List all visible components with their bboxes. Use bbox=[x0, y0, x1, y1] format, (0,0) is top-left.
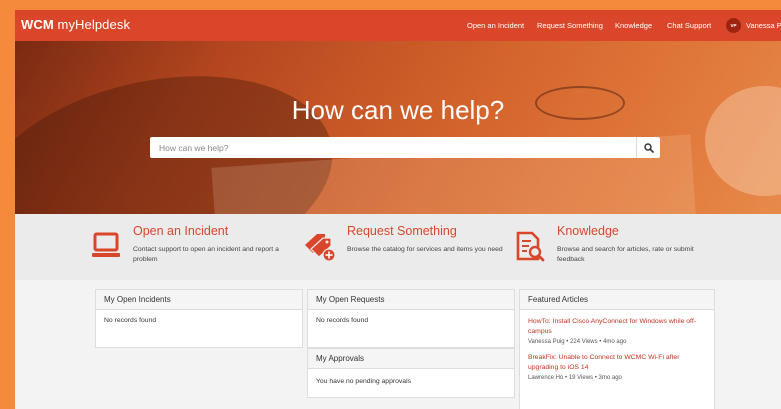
list-item: HowTo: Install Cisco AnyConnect for Wind… bbox=[528, 317, 706, 345]
feature-title: Request Something bbox=[347, 224, 457, 238]
feature-title: Open an Incident bbox=[133, 224, 229, 238]
feature-open-incident[interactable]: Open an Incident Contact support to open… bbox=[91, 214, 301, 280]
feature-description: Contact support to open an incident and … bbox=[133, 246, 279, 263]
search-button[interactable] bbox=[636, 137, 660, 158]
card-title: Featured Articles bbox=[520, 290, 714, 310]
article-views: 224 Views bbox=[570, 339, 598, 345]
brand-bold: WCM bbox=[21, 17, 54, 32]
brand-logo[interactable]: WCM myHelpdesk bbox=[21, 17, 130, 32]
article-meta: Vanessa Puig • 224 Views • 4mo ago bbox=[528, 339, 706, 345]
feature-row: Open an Incident Contact support to open… bbox=[15, 214, 781, 280]
article-link[interactable]: HowTo: Install Cisco AnyConnect for Wind… bbox=[528, 317, 706, 336]
add-tag-icon bbox=[305, 234, 336, 262]
card-my-open-requests: My Open Requests No records found bbox=[307, 289, 515, 348]
article-views: 19 Views bbox=[568, 375, 594, 381]
card-title: My Open Requests bbox=[308, 290, 514, 310]
card-featured-articles: Featured Articles HowTo: Install Cisco A… bbox=[519, 289, 715, 409]
article-meta: Lawrence Ho • 19 Views • 3mo ago bbox=[528, 375, 706, 381]
card-my-open-incidents: My Open Incidents No records found bbox=[95, 289, 303, 348]
card-title: My Approvals bbox=[308, 349, 514, 369]
article-list: HowTo: Install Cisco AnyConnect for Wind… bbox=[520, 310, 714, 396]
nav-link-request-something[interactable]: Request Something bbox=[537, 21, 603, 30]
feature-title: Knowledge bbox=[557, 224, 619, 238]
top-navbar: WCM myHelpdesk Open an Incident Request … bbox=[15, 10, 781, 41]
document-search-icon bbox=[516, 231, 545, 262]
feature-description: Browse the catalog for services and item… bbox=[347, 246, 503, 253]
nav-link-chat-support[interactable]: Chat Support bbox=[667, 21, 711, 30]
laptop-icon bbox=[92, 232, 120, 257]
hero-title: How can we help? bbox=[291, 95, 505, 125]
search-icon bbox=[643, 142, 654, 153]
card-empty-message: No records found bbox=[316, 317, 369, 324]
article-age: 3mo ago bbox=[598, 375, 622, 381]
user-menu-name[interactable]: Vanessa Puig bbox=[746, 21, 781, 30]
search-bar bbox=[150, 137, 660, 158]
hero-banner: How can we help? bbox=[15, 41, 781, 214]
nav-link-open-incident[interactable]: Open an Incident bbox=[467, 21, 524, 30]
search-input[interactable] bbox=[150, 137, 636, 158]
article-age: 4mo ago bbox=[603, 339, 627, 345]
article-author: Lawrence Ho bbox=[528, 375, 564, 381]
feature-request-something[interactable]: Request Something Browse the catalog for… bbox=[303, 214, 513, 280]
avatar[interactable]: VP bbox=[726, 18, 741, 33]
card-empty-message: No records found bbox=[104, 317, 157, 324]
card-my-approvals: My Approvals You have no pending approva… bbox=[307, 348, 515, 398]
article-link[interactable]: BreakFix: Unable to Connect to WCMC Wi-F… bbox=[528, 353, 706, 372]
browser-viewport: WCM myHelpdesk Open an Incident Request … bbox=[15, 10, 781, 409]
feature-description: Browse and search for articles, rate or … bbox=[557, 246, 694, 263]
article-author: Vanessa Puig bbox=[528, 339, 565, 345]
list-item: BreakFix: Unable to Connect to WCMC Wi-F… bbox=[528, 353, 706, 381]
feature-knowledge[interactable]: Knowledge Browse and search for articles… bbox=[515, 214, 725, 280]
card-empty-message: You have no pending approvals bbox=[316, 378, 411, 385]
brand-name: myHelpdesk bbox=[57, 17, 131, 32]
nav-link-knowledge[interactable]: Knowledge bbox=[615, 21, 652, 30]
card-title: My Open Incidents bbox=[96, 290, 302, 310]
